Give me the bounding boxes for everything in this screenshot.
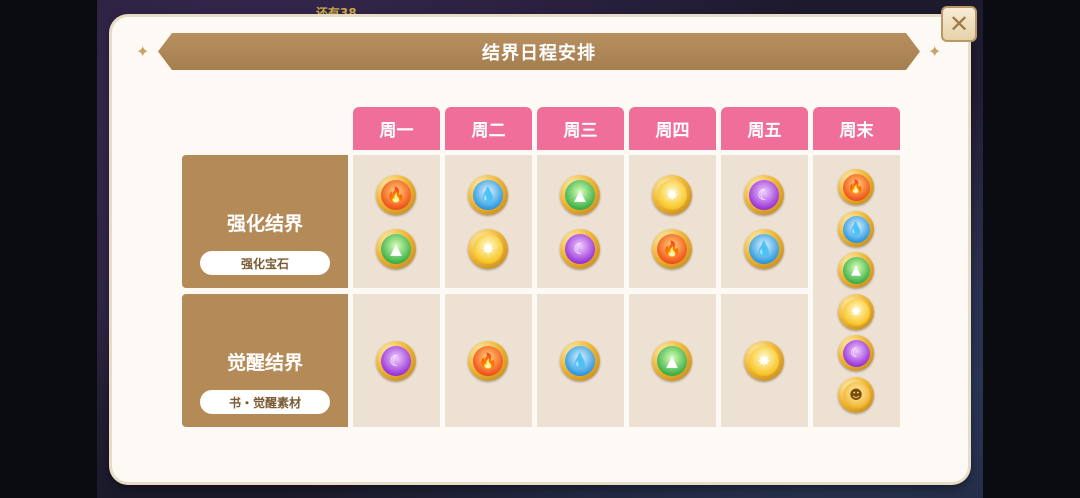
fire-gem-icon: 🔥 <box>468 341 508 381</box>
day-header-mon: 周一 <box>353 107 440 150</box>
cell-awaken-fri: ✸ <box>721 294 808 427</box>
dark-gem-icon: ☾ <box>744 175 784 215</box>
cell-enhance-wed: ▲ ☾ <box>537 155 624 288</box>
wood-gem-icon: ▲ <box>838 252 874 288</box>
day-header-weekend: 周末 <box>813 107 900 150</box>
row-subtitle-awaken: 书・觉醒素材 <box>200 390 330 414</box>
day-header-wed: 周三 <box>537 107 624 150</box>
dark-gem-icon: ☾ <box>376 341 416 381</box>
title-ribbon: 结界日程安排 <box>158 33 920 70</box>
fire-gem-icon: 🔥 <box>652 229 692 269</box>
fire-gem-icon: 🔥 <box>838 169 874 205</box>
dark-gem-icon: ☾ <box>560 229 600 269</box>
dark-gem-icon: ☾ <box>838 335 874 371</box>
water-gem-icon: 💧 <box>838 211 874 247</box>
day-header-tue: 周二 <box>445 107 532 150</box>
cell-enhance-fri: ☾ 💧 <box>721 155 808 288</box>
day-header-thu: 周四 <box>629 107 716 150</box>
cell-awaken-thu: ▲ <box>629 294 716 427</box>
close-icon: ✕ <box>948 10 970 38</box>
water-gem-icon: 💧 <box>468 175 508 215</box>
water-gem-icon: 💧 <box>560 341 600 381</box>
row-title-enhance: 强化结界 <box>226 213 303 235</box>
close-button[interactable]: ✕ <box>941 6 977 42</box>
row-subtitle-enhance: 强化宝石 <box>200 251 330 275</box>
ribbon-ornament-left-icon: ✦ <box>136 42 150 61</box>
light-gem-icon: ✸ <box>468 229 508 269</box>
wood-gem-icon: ▲ <box>560 175 600 215</box>
row-label-enhance: 强化结界 强化宝石 <box>182 155 348 288</box>
cell-awaken-wed: 💧 <box>537 294 624 427</box>
wood-gem-icon: ▲ <box>376 229 416 269</box>
cell-enhance-thu: ✸ 🔥 <box>629 155 716 288</box>
light-gem-icon: ✸ <box>652 175 692 215</box>
fire-gem-icon: 🔥 <box>376 175 416 215</box>
cell-awaken-mon: ☾ <box>353 294 440 427</box>
row-label-awaken: 觉醒结界 书・觉醒素材 <box>182 294 348 427</box>
cell-enhance-tue: 💧 ✸ <box>445 155 532 288</box>
light-gem-icon: ✸ <box>838 294 874 330</box>
day-header-fri: 周五 <box>721 107 808 150</box>
gold-gem-icon: ☻ <box>838 377 874 413</box>
row-title-awaken: 觉醒结界 <box>226 352 303 374</box>
wood-gem-icon: ▲ <box>652 341 692 381</box>
ribbon-ornament-right-icon: ✦ <box>928 42 942 61</box>
light-gem-icon: ✸ <box>744 341 784 381</box>
water-gem-icon: 💧 <box>744 229 784 269</box>
dialog-title: 结界日程安排 <box>482 42 596 64</box>
cell-enhance-mon: 🔥 ▲ <box>353 155 440 288</box>
cell-weekend: 🔥 💧 ▲ ✸ ☾ ☻ <box>813 155 900 427</box>
cell-awaken-tue: 🔥 <box>445 294 532 427</box>
